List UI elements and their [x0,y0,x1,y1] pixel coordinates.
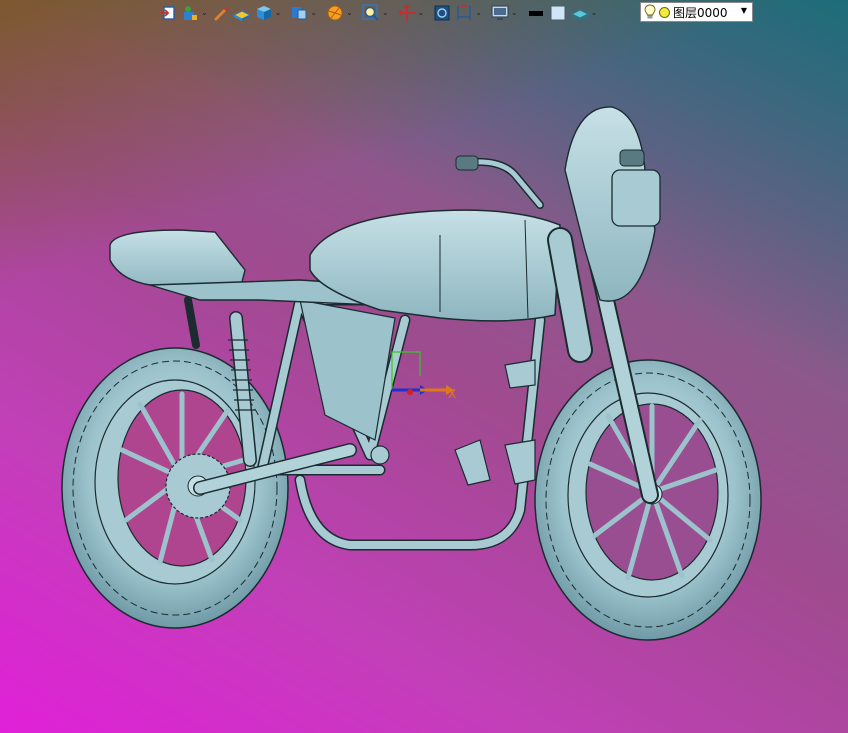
rear-wheel[interactable] [61,347,289,629]
motorcycle-model[interactable]: X [0,0,848,733]
rear-strut[interactable] [184,296,200,349]
engine-mounts[interactable] [370,359,536,486]
axis-triad: X [391,351,456,401]
3d-viewport[interactable]: ⌄ ⌄ ⌄ ⌄ ⌄ ⌄ ⌄ ⌄ ⌄ 图层0000 ▼ X [0,0,848,733]
axis-x-label: X [448,387,456,401]
headlight-fairing[interactable] [564,106,661,302]
